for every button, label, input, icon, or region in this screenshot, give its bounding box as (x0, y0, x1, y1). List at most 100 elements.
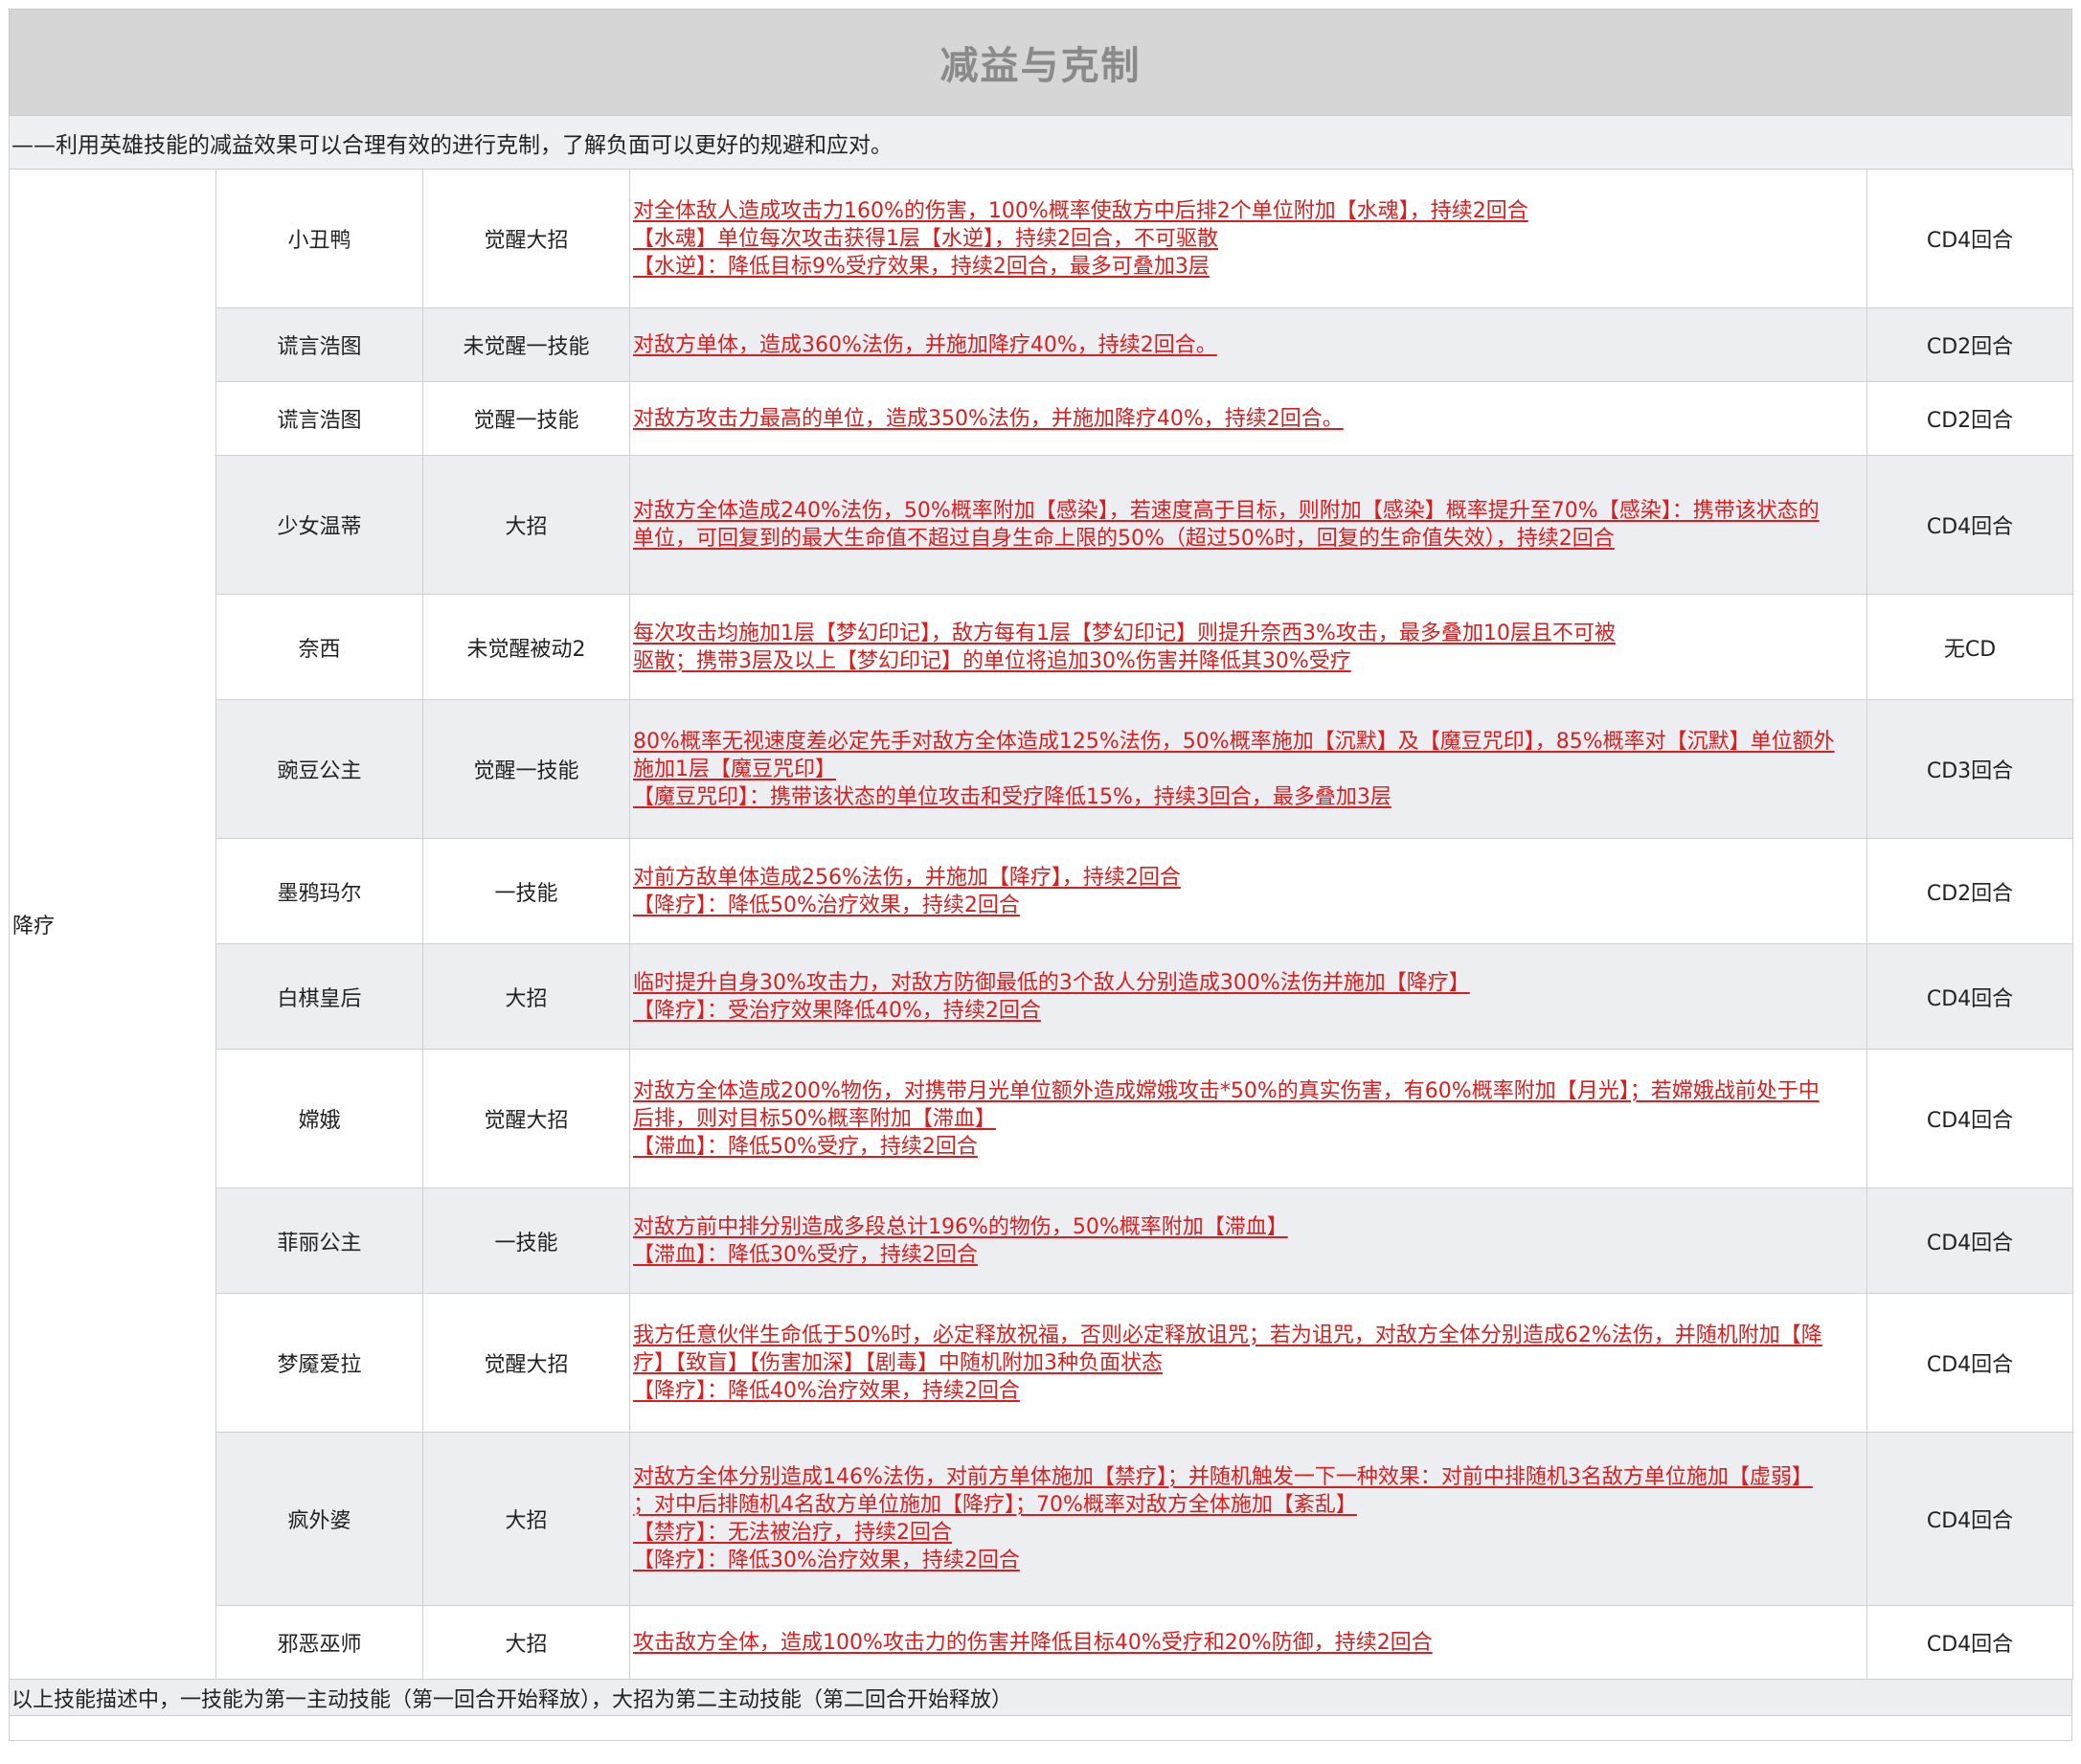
skill-type-cell: 觉醒一技能 (422, 381, 630, 456)
skill-type-cell: 觉醒大招 (422, 1293, 630, 1433)
table-row: 奈西 未觉醒被动2 每次攻击均施加1层【梦幻印记】，敌方每有1层【梦幻印记】则提升奈… (10, 594, 2073, 700)
cooldown-cell: CD4回合 (1866, 1293, 2073, 1433)
description-line: 驱散；携带3层及以上【梦幻印记】的单位将追加30%伤害并降低其30%受疗 (633, 648, 1351, 673)
hero-name-cell: 谎言浩图 (215, 307, 423, 382)
hero-name-cell: 墨鸦玛尔 (215, 838, 423, 944)
cooldown-cell: CD4回合 (1866, 943, 2073, 1050)
category-cell: 降疗 (9, 169, 216, 1680)
description-line: 每次攻击均施加1层【梦幻印记】，敌方每有1层【梦幻印记】则提升奈西3%攻击，最多… (633, 621, 1616, 645)
description-line: 单位，可回复到的最大生命值不超过自身生命上限的50%（超过50%时，回复的生命值… (633, 527, 1615, 551)
skill-description-cell: 临时提升自身30%攻击力，对敌方防御最低的3个敌人分别造成300%法伤并施加【降… (629, 943, 1867, 1050)
description-line: 临时提升自身30%攻击力，对敌方防御最低的3个敌人分别造成300%法伤并施加【降… (633, 970, 1470, 995)
skill-type-cell: 大招 (422, 455, 630, 595)
skill-description-cell: 对敌方全体造成240%法伤，50%概率附加【感染】，若速度高于目标，则附加【感染… (629, 455, 1867, 595)
skill-type-cell: 觉醒大招 (422, 169, 630, 308)
cooldown-cell: 无CD (1866, 594, 2073, 700)
skill-description-cell: 对敌方单体，造成360%法伤，并施加降疗40%，持续2回合。 (629, 307, 1867, 382)
skill-description-cell: 攻击敌方全体，造成100%攻击力的伤害并降低目标40%受疗和20%防御，持续2回… (629, 1605, 1867, 1680)
cooldown-cell: CD4回合 (1866, 1432, 2073, 1606)
skill-type-cell: 大招 (422, 1432, 630, 1606)
description-line: 【水魂】单位每次攻击获得1层【水逆】，持续2回合，不可驱散 (633, 226, 1218, 251)
table-row: 邪恶巫师 大招 攻击敌方全体，造成100%攻击力的伤害并降低目标40%受疗和20%防… (10, 1605, 2073, 1680)
skill-description-cell: 对全体敌人造成攻击力160%的伤害，100%概率使敌方中后排2个单位附加【水魂】… (629, 169, 1867, 308)
skill-type-cell: 未觉醒被动2 (422, 594, 630, 700)
debuff-table: 降疗 小丑鸭 觉醒大招 对全体敌人造成攻击力160%的伤害，100%概率使敌方中后排2… (9, 169, 2073, 1680)
cooldown-cell: CD3回合 (1866, 699, 2073, 839)
description-line: 对全体敌人造成攻击力160%的伤害，100%概率使敌方中后排2个单位附加【水魂】… (633, 198, 1528, 223)
description-line: 我方任意伙伴生命低于50%时，必定释放祝福，否则必定释放诅咒；若为诅咒，对敌方全… (633, 1323, 1822, 1347)
cooldown-cell: CD4回合 (1866, 1049, 2073, 1188)
page-title: 减益与克制 (939, 44, 1142, 88)
table-row: 墨鸦玛尔 一技能 对前方敌单体造成256%法伤，并施加【降疗】，持续2回合 【降疗】：… (10, 838, 2073, 944)
skill-description-cell: 对前方敌单体造成256%法伤，并施加【降疗】，持续2回合 【降疗】：降低50%治疗… (629, 838, 1867, 944)
hero-name-cell: 梦魇爱拉 (215, 1293, 423, 1433)
description-line: 80%概率无视速度差必定先手对敌方全体造成125%法伤，50%概率施加【沉默】及… (633, 729, 1835, 754)
description-line: 【滞血】：降低30%受疗，持续2回合 (633, 1242, 978, 1267)
description-line: 【降疗】：受治疗效果降低40%，持续2回合 (633, 998, 1041, 1023)
skill-type-cell: 一技能 (422, 838, 630, 944)
cooldown-cell: CD2回合 (1866, 307, 2073, 382)
table-row: 豌豆公主 觉醒一技能 80%概率无视速度差必定先手对敌方全体造成125%法伤，50%… (10, 699, 2073, 839)
skill-type-cell: 未觉醒一技能 (422, 307, 630, 382)
cooldown-cell: CD4回合 (1866, 1605, 2073, 1680)
hero-name-cell: 小丑鸭 (215, 169, 423, 308)
cooldown-cell: CD4回合 (1866, 455, 2073, 595)
skill-description-cell: 对敌方攻击力最高的单位，造成350%法伤，并施加降疗40%，持续2回合。 (629, 381, 1867, 456)
description-line: 对敌方全体造成200%物伤，对携带月光单位额外造成嫦娥攻击*50%的真实伤害，有… (633, 1078, 1820, 1103)
footer-note: 以上技能描述中，一技能为第一主动技能（第一回合开始释放），大招为第二主动技能（第… (9, 1680, 2072, 1716)
hero-name-cell: 白棋皇后 (215, 943, 423, 1050)
description-line: 对敌方前中排分别造成多段总计196%的物伤，50%概率附加【滞血】 (633, 1214, 1288, 1239)
title-bar: 减益与克制 (9, 9, 2072, 116)
description-line: 【魔豆咒印】：携带该状态的单位攻击和受疗降低15%，持续3回合，最多叠加3层 (633, 784, 1391, 809)
cooldown-cell: CD2回合 (1866, 838, 2073, 944)
debuff-table-body: 降疗 小丑鸭 觉醒大招 对全体敌人造成攻击力160%的伤害，100%概率使敌方中后排2… (9, 169, 2073, 1680)
hero-name-cell: 谎言浩图 (215, 381, 423, 456)
skill-description-cell: 对敌方全体造成200%物伤，对携带月光单位额外造成嫦娥攻击*50%的真实伤害，有… (629, 1049, 1867, 1188)
table-row: 谎言浩图 未觉醒一技能 对敌方单体，造成360%法伤，并施加降疗40%，持续2回合。… (10, 307, 2073, 382)
description-line: 对敌方全体造成240%法伤，50%概率附加【感染】，若速度高于目标，则附加【感染… (633, 499, 1820, 523)
skill-description-cell: 对敌方前中排分别造成多段总计196%的物伤，50%概率附加【滞血】 【滞血】：降低… (629, 1187, 1867, 1294)
hero-name-cell: 嫦娥 (215, 1049, 423, 1188)
table-row: 梦魇爱拉 觉醒大招 我方任意伙伴生命低于50%时，必定释放祝福，否则必定释放诅咒；若… (10, 1293, 2073, 1433)
description-line: 对前方敌单体造成256%法伤，并施加【降疗】，持续2回合 (633, 865, 1181, 890)
hero-name-cell: 菲丽公主 (215, 1187, 423, 1294)
hero-name-cell: 少女温蒂 (215, 455, 423, 595)
cooldown-cell: CD4回合 (1866, 1187, 2073, 1294)
hero-name-cell: 疯外婆 (215, 1432, 423, 1606)
skill-description-cell: 我方任意伙伴生命低于50%时，必定释放祝福，否则必定释放诅咒；若为诅咒，对敌方全… (629, 1293, 1867, 1433)
table-row: 菲丽公主 一技能 对敌方前中排分别造成多段总计196%的物伤，50%概率附加【滞血】… (10, 1187, 2073, 1294)
description-line: ；对中后排随机4名敌方单位施加【降疗】；70%概率对敌方全体施加【紊乱】 (633, 1493, 1357, 1517)
description-line: 【降疗】：降低50%治疗效果，持续2回合 (633, 893, 1020, 917)
description-line: 后排，则对目标50%概率附加【滞血】 (633, 1106, 996, 1131)
skill-description-cell: 80%概率无视速度差必定先手对敌方全体造成125%法伤，50%概率施加【沉默】及… (629, 699, 1867, 839)
table-row: 降疗 小丑鸭 觉醒大招 对全体敌人造成攻击力160%的伤害，100%概率使敌方中后排2… (9, 169, 2073, 1680)
description-line: 疗】【致盲】【伤害加深】【剧毒】中随机附加3种负面状态 (633, 1350, 1163, 1375)
description-line: 对敌方全体分别造成146%法伤，对前方单体施加【禁疗】；并随机触发一下一种效果：… (633, 1465, 1813, 1489)
description-line: 【降疗】：降低30%治疗效果，持续2回合 (633, 1549, 1020, 1572)
subtitle: ——利用英雄技能的减益效果可以合理有效的进行克制，了解负面可以更好的规避和应对。 (9, 116, 2072, 169)
skill-type-cell: 大招 (422, 943, 630, 1050)
hero-name-cell: 豌豆公主 (215, 699, 423, 839)
description-line: 攻击敌方全体，造成100%攻击力的伤害并降低目标40%受疗和20%防御，持续2回… (633, 1630, 1433, 1655)
description-line: 施加1层【魔豆咒印】 (633, 757, 836, 781)
hero-name-cell: 奈西 (215, 594, 423, 700)
table-row: 谎言浩图 觉醒一技能 对敌方攻击力最高的单位，造成350%法伤，并施加降疗40%，持… (10, 381, 2073, 456)
skill-description-cell: 每次攻击均施加1层【梦幻印记】，敌方每有1层【梦幻印记】则提升奈西3%攻击，最多… (629, 594, 1867, 700)
skill-type-cell: 觉醒大招 (422, 1049, 630, 1188)
hero-name-cell: 邪恶巫师 (215, 1605, 423, 1680)
cooldown-cell: CD4回合 (1866, 169, 2073, 308)
table-row: 嫦娥 觉醒大招 对敌方全体造成200%物伤，对携带月光单位额外造成嫦娥攻击*50%的… (10, 1049, 2073, 1188)
skill-description-cell: 对敌方全体分别造成146%法伤，对前方单体施加【禁疗】；并随机触发一下一种效果：… (629, 1432, 1867, 1606)
description-line: 对敌方攻击力最高的单位，造成350%法伤，并施加降疗40%，持续2回合。 (633, 406, 1344, 431)
description-line: 【水逆】：降低目标9%受疗效果，持续2回合，最多可叠加3层 (633, 254, 1210, 279)
skill-sheet: 减益与克制 ——利用英雄技能的减益效果可以合理有效的进行克制，了解负面可以更好的… (9, 9, 2073, 1741)
table-bottom-padding (9, 1716, 2072, 1741)
description-line: 对敌方单体，造成360%法伤，并施加降疗40%，持续2回合。 (633, 332, 1217, 357)
description-line: 【禁疗】：无法被治疗，持续2回合 (633, 1521, 952, 1545)
cooldown-cell: CD2回合 (1866, 381, 2073, 456)
table-row: 白棋皇后 大招 临时提升自身30%攻击力，对敌方防御最低的3个敌人分别造成300%法… (10, 943, 2073, 1050)
description-line: 【滞血】：降低50%受疗，持续2回合 (633, 1134, 978, 1159)
table-row: 疯外婆 大招 对敌方全体分别造成146%法伤，对前方单体施加【禁疗】；并随机触发一下… (10, 1432, 2073, 1606)
description-line: 【降疗】：降低40%治疗效果，持续2回合 (633, 1378, 1020, 1403)
skill-type-cell: 一技能 (422, 1187, 630, 1294)
